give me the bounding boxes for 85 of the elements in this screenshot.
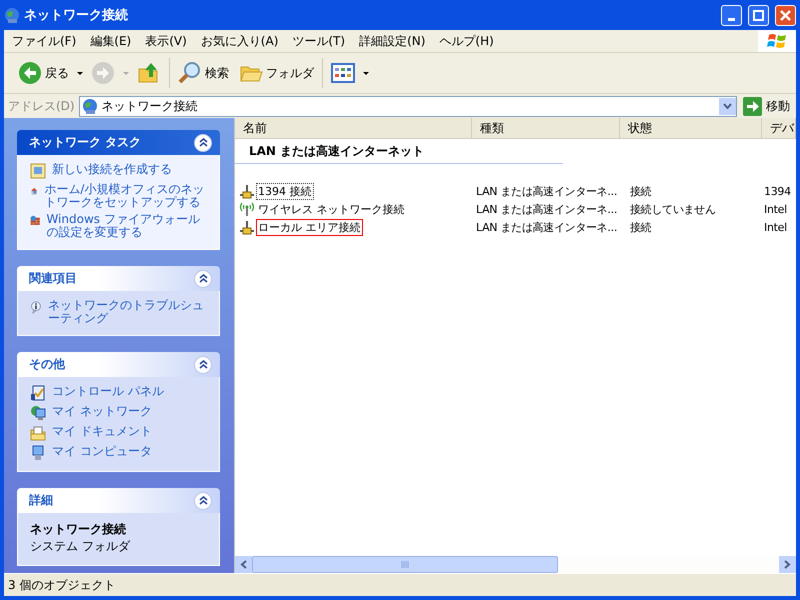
pane-title: ネットワーク タスク (29, 134, 142, 151)
maximize-icon (753, 10, 764, 20)
table-cell-text: 接続していません (630, 202, 717, 216)
address-label: アドレス(D) (8, 98, 75, 114)
grip-icon (401, 561, 409, 568)
close-icon (780, 10, 791, 20)
column-header[interactable]: 状態 (620, 118, 762, 138)
connection-name[interactable]: 1394 接続 (256, 182, 314, 200)
chevron-up-icon (198, 138, 208, 147)
table-cell-text: LAN または高速インターネ... (476, 184, 618, 198)
group-header: LAN または高速インターネット (235, 139, 563, 164)
menu-item[interactable]: 編集(E) (84, 32, 138, 50)
new-connection-icon (30, 163, 46, 179)
window-title: ネットワーク接続 (24, 6, 129, 24)
menu-item[interactable]: 表示(V) (139, 32, 193, 50)
document-folder-icon (30, 425, 46, 441)
chevron-up-icon (198, 496, 208, 505)
dropdown-button[interactable] (719, 98, 736, 114)
status-text: 3 個のオブジェクト (8, 576, 116, 594)
chevron-left-icon (240, 560, 247, 569)
chevron-up-icon (198, 360, 208, 369)
minimize-button[interactable] (721, 4, 742, 26)
folders-button[interactable]: フォルダ (237, 62, 316, 84)
table-cell-text: Intel (764, 220, 788, 234)
maximize-button[interactable] (748, 4, 769, 26)
connection-name[interactable]: ワイヤレス ネットワーク接続 (256, 200, 406, 218)
search-button[interactable]: 検索 (176, 61, 231, 85)
minimize-icon (728, 18, 735, 20)
table-cell-text: 接続 (630, 220, 652, 234)
chevron-right-icon (784, 560, 791, 569)
task-link[interactable]: Windows ファイアウォールの設定を変更する (46, 213, 209, 239)
detail-name: ネットワーク接続 (30, 521, 127, 538)
windows-flag-icon (766, 32, 788, 50)
info-icon (30, 299, 42, 315)
task-link[interactable]: マイ コンピュータ (52, 445, 152, 458)
table-cell-text: 接続 (630, 184, 652, 198)
chevron-down-icon (723, 103, 732, 109)
pane-title: 関連項目 (29, 270, 78, 287)
scroll-thumb[interactable] (252, 556, 558, 573)
network-globe-icon (82, 98, 98, 114)
address-field[interactable]: ネットワーク接続 (78, 96, 737, 116)
wireless-antenna-icon (239, 201, 255, 217)
task-link[interactable]: コントロール パネル (52, 385, 164, 398)
column-header[interactable]: デバ (762, 118, 796, 138)
control-panel-icon (30, 385, 46, 401)
task-link[interactable]: マイ ネットワーク (52, 405, 152, 418)
menu-item[interactable]: お気に入り(A) (194, 32, 284, 50)
chevron-up-icon (198, 274, 208, 283)
search-icon (178, 61, 202, 85)
collapse-button[interactable] (194, 270, 212, 288)
scroll-left-button[interactable] (235, 556, 252, 573)
horizontal-scrollbar[interactable] (235, 556, 796, 573)
network-computer-icon (30, 405, 46, 421)
menu-item[interactable]: ファイル(F) (6, 32, 82, 50)
collapse-button[interactable] (194, 492, 212, 510)
column-header[interactable]: 名前 (235, 118, 472, 138)
pane-title: その他 (29, 356, 66, 373)
table-cell-text: LAN または高速インターネ... (476, 202, 618, 216)
table-cell-text: LAN または高速インターネ... (476, 220, 618, 234)
menu-item[interactable]: ツール(T) (286, 32, 352, 50)
column-header[interactable]: 種類 (472, 118, 620, 138)
view-grid-icon (331, 63, 355, 83)
connection-name[interactable]: ローカル エリア接続 (256, 218, 362, 236)
dropdown-caret-icon[interactable] (363, 72, 369, 74)
scroll-right-button[interactable] (779, 556, 796, 573)
menu-item[interactable]: 詳細設定(N) (353, 32, 432, 50)
task-link[interactable]: ホーム/小規模オフィスのネットワークをセットアップする (44, 183, 209, 209)
task-link[interactable]: 新しい接続を作成する (52, 163, 172, 176)
task-link[interactable]: マイ ドキュメント (52, 425, 152, 438)
table-cell-text: 1394 (764, 184, 792, 198)
go-button[interactable]: 移動 (741, 96, 792, 116)
network-adapter-icon (239, 183, 255, 199)
close-button[interactable] (775, 4, 796, 26)
pane-title: 詳細 (29, 492, 54, 509)
views-button[interactable] (329, 63, 357, 83)
dropdown-caret-icon[interactable] (77, 72, 83, 74)
network-globe-icon (4, 7, 20, 23)
collapse-button[interactable] (194, 356, 212, 374)
detail-description: システム フォルダ (30, 538, 132, 555)
table-cell-text: Intel (764, 202, 788, 216)
network-adapter-icon (239, 219, 255, 235)
computer-icon (30, 445, 46, 461)
menu-item[interactable]: ヘルプ(H) (433, 32, 500, 50)
collapse-button[interactable] (194, 134, 212, 152)
back-button[interactable]: 戻る (16, 61, 71, 85)
